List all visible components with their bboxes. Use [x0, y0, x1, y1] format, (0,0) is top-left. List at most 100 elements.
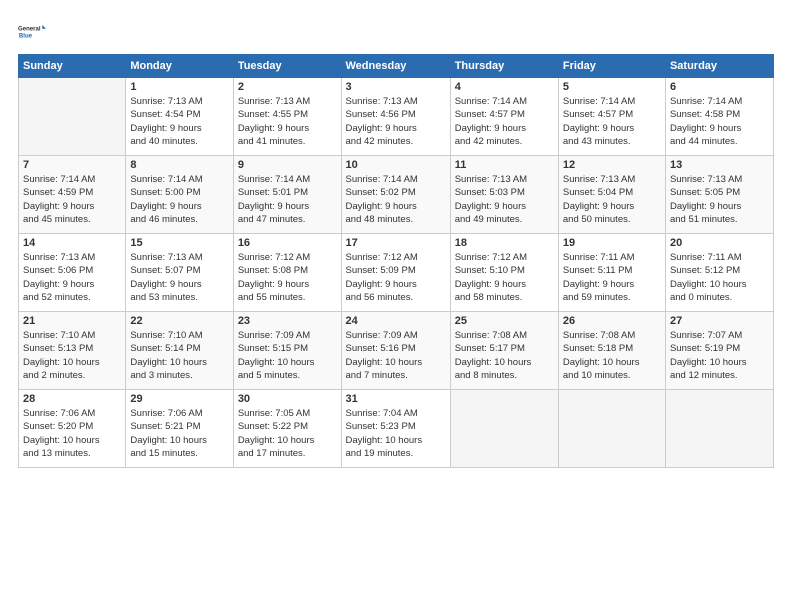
day-info: Sunrise: 7:13 AM Sunset: 4:54 PM Dayligh…	[130, 95, 228, 148]
day-number: 18	[455, 237, 554, 249]
calendar-cell: 21 Sunrise: 7:10 AM Sunset: 5:13 PM Dayli…	[19, 312, 126, 390]
day-info: Sunrise: 7:10 AM Sunset: 5:13 PM Dayligh…	[23, 329, 121, 382]
calendar-cell: 13Sunrise: 7:13 AM Sunset: 5:05 PM Dayli…	[665, 156, 773, 234]
calendar-cell: 18 Sunrise: 7:12 AM Sunset: 5:10 PM Dayli…	[450, 234, 558, 312]
day-info: Sunrise: 7:14 AM Sunset: 5:02 PM Dayligh…	[346, 173, 446, 226]
day-number: 24	[346, 315, 446, 327]
header: General Blue	[18, 18, 774, 46]
day-info: Sunrise: 7:14 AM Sunset: 5:01 PM Dayligh…	[238, 173, 337, 226]
day-info: Sunrise: 7:14 AM Sunset: 4:57 PM Dayligh…	[455, 95, 554, 148]
day-info: Sunrise: 7:12 AM Sunset: 5:10 PM Dayligh…	[455, 251, 554, 304]
day-info: Sunrise: 7:14 AM Sunset: 5:00 PM Dayligh…	[130, 173, 228, 226]
day-info: Sunrise: 7:13 AM Sunset: 5:06 PM Dayligh…	[23, 251, 121, 304]
day-info: Sunrise: 7:10 AM Sunset: 5:14 PM Dayligh…	[130, 329, 228, 382]
day-number: 17	[346, 237, 446, 249]
day-number: 21	[23, 315, 121, 327]
weekday-header-saturday: Saturday	[665, 55, 773, 78]
calendar-cell: 22 Sunrise: 7:10 AM Sunset: 5:14 PM Dayli…	[126, 312, 233, 390]
day-number: 27	[670, 315, 769, 327]
day-number: 19	[563, 237, 661, 249]
calendar-week-4: 21 Sunrise: 7:10 AM Sunset: 5:13 PM Dayli…	[19, 312, 774, 390]
logo-icon: General Blue	[18, 18, 46, 46]
svg-text:General: General	[18, 27, 41, 33]
calendar-cell: 27 Sunrise: 7:07 AM Sunset: 5:19 PM Dayli…	[665, 312, 773, 390]
calendar-cell	[558, 390, 665, 468]
day-number: 7	[23, 159, 121, 171]
calendar-cell: 20Sunrise: 7:11 AM Sunset: 5:12 PM Dayli…	[665, 234, 773, 312]
day-number: 5	[563, 81, 661, 93]
day-info: Sunrise: 7:12 AM Sunset: 5:08 PM Dayligh…	[238, 251, 337, 304]
day-info: Sunrise: 7:07 AM Sunset: 5:19 PM Dayligh…	[670, 329, 769, 382]
calendar-week-5: 28 Sunrise: 7:06 AM Sunset: 5:20 PM Dayli…	[19, 390, 774, 468]
day-info: Sunrise: 7:13 AM Sunset: 5:07 PM Dayligh…	[130, 251, 228, 304]
logo: General Blue	[18, 18, 46, 46]
calendar-cell: 24 Sunrise: 7:09 AM Sunset: 5:16 PM Dayli…	[341, 312, 450, 390]
weekday-header-sunday: Sunday	[19, 55, 126, 78]
calendar-cell: 31Sunrise: 7:04 AM Sunset: 5:23 PM Dayli…	[341, 390, 450, 468]
calendar-cell: 26 Sunrise: 7:08 AM Sunset: 5:18 PM Dayli…	[558, 312, 665, 390]
day-number: 2	[238, 81, 337, 93]
day-number: 22	[130, 315, 228, 327]
day-number: 14	[23, 237, 121, 249]
day-number: 29	[130, 393, 228, 405]
weekday-header-tuesday: Tuesday	[233, 55, 341, 78]
calendar-cell: 14 Sunrise: 7:13 AM Sunset: 5:06 PM Dayli…	[19, 234, 126, 312]
calendar-table: SundayMondayTuesdayWednesdayThursdayFrid…	[18, 54, 774, 468]
day-number: 4	[455, 81, 554, 93]
day-info: Sunrise: 7:06 AM Sunset: 5:21 PM Dayligh…	[130, 407, 228, 460]
calendar-week-1: 1 Sunrise: 7:13 AM Sunset: 4:54 PM Daylig…	[19, 78, 774, 156]
day-info: Sunrise: 7:06 AM Sunset: 5:20 PM Dayligh…	[23, 407, 121, 460]
day-number: 11	[455, 159, 554, 171]
day-info: Sunrise: 7:05 AM Sunset: 5:22 PM Dayligh…	[238, 407, 337, 460]
day-number: 26	[563, 315, 661, 327]
day-number: 10	[346, 159, 446, 171]
day-number: 20	[670, 237, 769, 249]
day-number: 28	[23, 393, 121, 405]
calendar-cell	[450, 390, 558, 468]
day-info: Sunrise: 7:09 AM Sunset: 5:16 PM Dayligh…	[346, 329, 446, 382]
calendar-cell: 11 Sunrise: 7:13 AM Sunset: 5:03 PM Dayli…	[450, 156, 558, 234]
calendar-week-2: 7Sunrise: 7:14 AM Sunset: 4:59 PM Daylig…	[19, 156, 774, 234]
weekday-header-thursday: Thursday	[450, 55, 558, 78]
weekday-header-row: SundayMondayTuesdayWednesdayThursdayFrid…	[19, 55, 774, 78]
calendar-cell: 25Sunrise: 7:08 AM Sunset: 5:17 PM Dayli…	[450, 312, 558, 390]
calendar-cell: 1 Sunrise: 7:13 AM Sunset: 4:54 PM Daylig…	[126, 78, 233, 156]
calendar-cell	[19, 78, 126, 156]
calendar-cell: 30 Sunrise: 7:05 AM Sunset: 5:22 PM Dayli…	[233, 390, 341, 468]
day-number: 3	[346, 81, 446, 93]
day-number: 16	[238, 237, 337, 249]
calendar-cell	[665, 390, 773, 468]
day-number: 8	[130, 159, 228, 171]
calendar-cell: 10 Sunrise: 7:14 AM Sunset: 5:02 PM Dayli…	[341, 156, 450, 234]
calendar-cell: 28 Sunrise: 7:06 AM Sunset: 5:20 PM Dayli…	[19, 390, 126, 468]
day-info: Sunrise: 7:13 AM Sunset: 5:03 PM Dayligh…	[455, 173, 554, 226]
day-info: Sunrise: 7:09 AM Sunset: 5:15 PM Dayligh…	[238, 329, 337, 382]
calendar-cell: 8 Sunrise: 7:14 AM Sunset: 5:00 PM Daylig…	[126, 156, 233, 234]
day-info: Sunrise: 7:04 AM Sunset: 5:23 PM Dayligh…	[346, 407, 446, 460]
calendar-cell: 4 Sunrise: 7:14 AM Sunset: 4:57 PM Daylig…	[450, 78, 558, 156]
day-number: 30	[238, 393, 337, 405]
day-info: Sunrise: 7:13 AM Sunset: 5:04 PM Dayligh…	[563, 173, 661, 226]
calendar-cell: 29 Sunrise: 7:06 AM Sunset: 5:21 PM Dayli…	[126, 390, 233, 468]
calendar-cell: 17 Sunrise: 7:12 AM Sunset: 5:09 PM Dayli…	[341, 234, 450, 312]
day-number: 9	[238, 159, 337, 171]
day-number: 1	[130, 81, 228, 93]
calendar-cell: 16 Sunrise: 7:12 AM Sunset: 5:08 PM Dayli…	[233, 234, 341, 312]
day-info: Sunrise: 7:13 AM Sunset: 4:55 PM Dayligh…	[238, 95, 337, 148]
svg-text:Blue: Blue	[19, 34, 33, 40]
day-info: Sunrise: 7:13 AM Sunset: 4:56 PM Dayligh…	[346, 95, 446, 148]
calendar-cell: 9 Sunrise: 7:14 AM Sunset: 5:01 PM Daylig…	[233, 156, 341, 234]
day-info: Sunrise: 7:08 AM Sunset: 5:18 PM Dayligh…	[563, 329, 661, 382]
calendar-cell: 23Sunrise: 7:09 AM Sunset: 5:15 PM Dayli…	[233, 312, 341, 390]
day-number: 12	[563, 159, 661, 171]
calendar-cell: 7Sunrise: 7:14 AM Sunset: 4:59 PM Daylig…	[19, 156, 126, 234]
calendar-cell: 5 Sunrise: 7:14 AM Sunset: 4:57 PM Daylig…	[558, 78, 665, 156]
day-info: Sunrise: 7:14 AM Sunset: 4:57 PM Dayligh…	[563, 95, 661, 148]
calendar-cell: 3 Sunrise: 7:13 AM Sunset: 4:56 PM Daylig…	[341, 78, 450, 156]
weekday-header-wednesday: Wednesday	[341, 55, 450, 78]
weekday-header-friday: Friday	[558, 55, 665, 78]
day-info: Sunrise: 7:12 AM Sunset: 5:09 PM Dayligh…	[346, 251, 446, 304]
day-number: 25	[455, 315, 554, 327]
day-number: 6	[670, 81, 769, 93]
calendar-week-3: 14 Sunrise: 7:13 AM Sunset: 5:06 PM Dayli…	[19, 234, 774, 312]
